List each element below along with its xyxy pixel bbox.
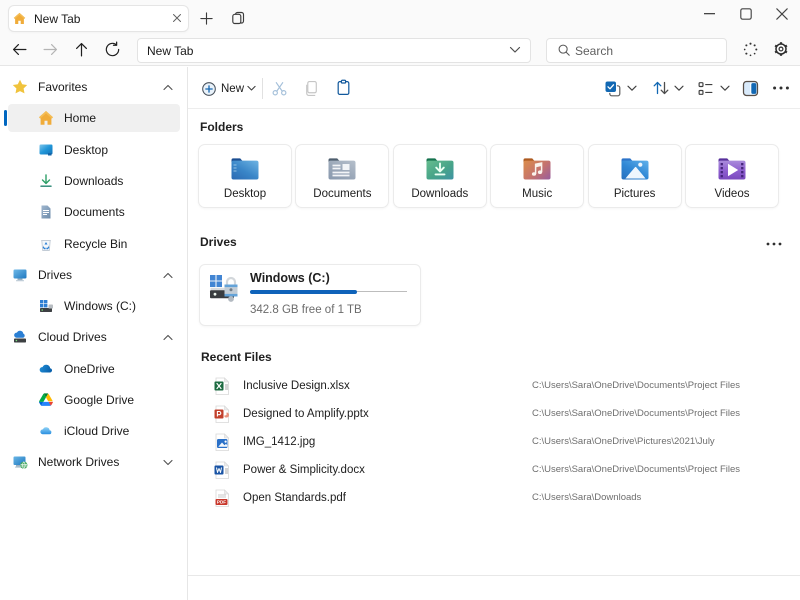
svg-text:PDF: PDF (217, 500, 226, 505)
